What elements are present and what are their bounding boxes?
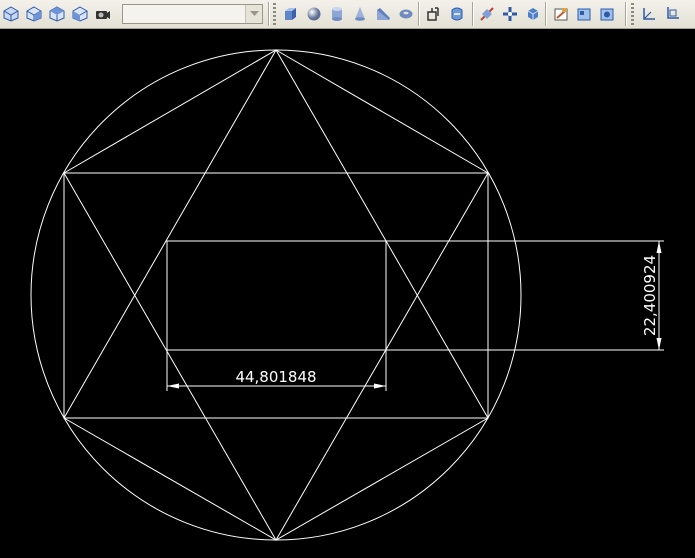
- slice-icon[interactable]: [476, 3, 498, 25]
- extrude-icon[interactable]: [423, 3, 445, 25]
- setup-drawing-icon[interactable]: [550, 3, 572, 25]
- drawing-canvas[interactable]: 44,801848 22,400924: [0, 29, 695, 558]
- ne-iso-view-icon[interactable]: [46, 3, 68, 25]
- setup-toolbar: [550, 3, 619, 25]
- setup-profile-icon[interactable]: [596, 3, 618, 25]
- toolbar-separator: [472, 2, 474, 26]
- toolbar-grip[interactable]: [631, 3, 634, 25]
- torus-solid-icon[interactable]: [395, 3, 417, 25]
- camera-icon[interactable]: [92, 3, 114, 25]
- setup-view-icon[interactable]: [573, 3, 595, 25]
- ucs-toolbar: [638, 3, 684, 25]
- box-solid-icon[interactable]: [280, 3, 302, 25]
- nw-iso-view-icon[interactable]: [69, 3, 91, 25]
- views-toolbar: [0, 3, 92, 25]
- solids-toolbar: [280, 3, 418, 25]
- toolbar: [0, 0, 695, 29]
- sphere-solid-icon[interactable]: [303, 3, 325, 25]
- toolbar-separator: [418, 2, 420, 26]
- toolbar-separator: [625, 2, 627, 26]
- wedge-solid-icon[interactable]: [372, 3, 394, 25]
- drawing-viewport[interactable]: 44,801848 22,400924: [0, 29, 695, 558]
- section-toolbar: [476, 3, 545, 25]
- se-iso-view-icon[interactable]: [23, 3, 45, 25]
- ucs-icon[interactable]: [638, 3, 660, 25]
- cylinder-solid-icon[interactable]: [326, 3, 348, 25]
- chevron-down-icon[interactable]: [245, 5, 262, 23]
- camera-toolbar: [92, 3, 115, 25]
- interfere-icon[interactable]: [522, 3, 544, 25]
- toolbar-separator: [545, 2, 547, 26]
- view-name-select[interactable]: [122, 4, 263, 24]
- canvas-background: [0, 29, 695, 558]
- section-icon[interactable]: [499, 3, 521, 25]
- revolve-icon[interactable]: [446, 3, 468, 25]
- modeling-toolbar: [423, 3, 469, 25]
- sw-iso-view-icon[interactable]: [0, 3, 22, 25]
- ucs-origin-icon[interactable]: [661, 3, 683, 25]
- cone-solid-icon[interactable]: [349, 3, 371, 25]
- horizontal-dimension-text[interactable]: 44,801848: [235, 368, 316, 386]
- vertical-dimension-text[interactable]: 22,400924: [641, 255, 659, 336]
- toolbar-separator: [268, 2, 270, 26]
- toolbar-grip[interactable]: [273, 3, 276, 25]
